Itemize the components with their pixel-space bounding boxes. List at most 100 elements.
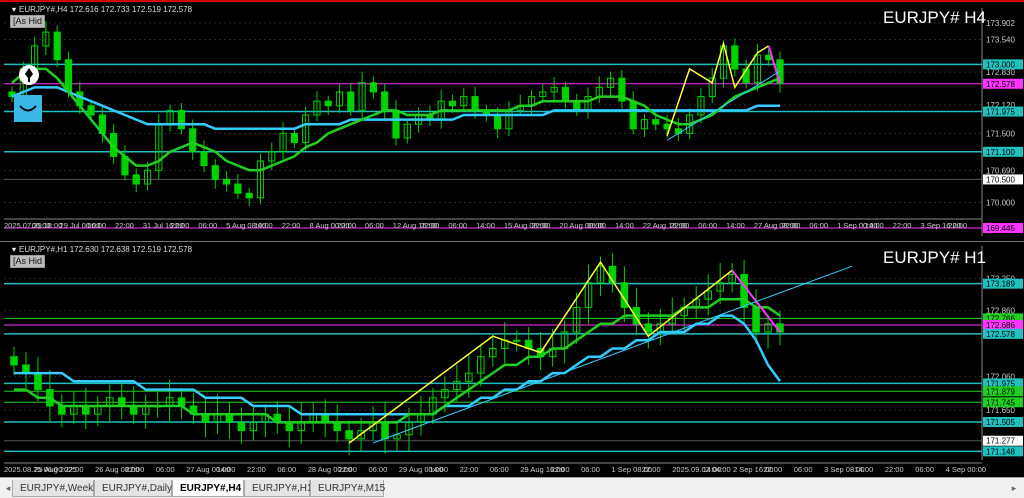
candle-body [573,100,581,111]
price-label-text: 172.578 [986,330,1015,339]
time-tick-label: 4 Sep 00:00 [946,465,986,474]
h1-chart-canvas[interactable]: 173.250172.860172.060171.650173.189172.7… [0,242,1024,477]
candle-body [644,323,653,333]
candle-body [132,174,140,185]
candle-body [87,105,95,116]
time-tick-label: 22:00 [460,465,479,474]
time-tick-label: 14:00 [703,465,722,474]
price-label-text: 172.686 [986,321,1015,330]
candle-body [731,45,739,70]
price-tick-label: 172.830 [986,68,1015,77]
price-label-text: 171.100 [986,148,1015,157]
time-tick-label: 22:00 [282,221,301,230]
price-label-text: 171.745 [986,398,1015,407]
time-tick-label: 06:00 [369,465,388,474]
candle-body [211,165,219,180]
time-tick-label: 06:00 [794,465,813,474]
chart-tab-bar: ◂ ▸ EURJPY#,Weekly EURJPY#,Daily EURJPY#… [0,477,1024,498]
time-tick-label: 06:00 [198,221,217,230]
tab-scroll-right-icon[interactable]: ▸ [1008,481,1020,495]
candle-body [369,82,378,93]
candle-body [222,178,231,185]
tab-eurjpy-h1[interactable]: EURJPY#,H1 [244,480,313,497]
time-tick-label: 22:00 [782,221,801,230]
time-tick-label: 22:00 [671,221,690,230]
chart-pane-h4[interactable]: 173.902 173.540 172.830 172.120 171.500 170.6… [0,0,1024,241]
candle-body [629,100,637,130]
time-tick-label: 06:00 [809,221,828,230]
time-tick-label: 14:00 [254,221,273,230]
time-tick-label: 22:00 [126,465,145,474]
time-tick-label: 14:00 [615,221,634,230]
candle-body [234,183,242,194]
candle-body [392,109,400,139]
triangle-down-icon: ▾ [12,245,17,254]
h4-as-hide-button[interactable]: [As Hid [10,15,46,28]
candle-body [237,421,246,432]
smile-tool-icon[interactable] [14,95,42,122]
price-label-text: 171.975 [986,108,1015,117]
time-tick-label: 2025.09.02 04:00 [672,465,730,474]
time-tick-label: 14:00 [855,465,874,474]
tab-eurjpy-m15[interactable]: EURJPY#,M15 [310,480,385,497]
candle-body [512,339,521,342]
price-label-text: 171.148 [986,447,1015,456]
price-label-text: 169.445 [986,224,1015,233]
price-label-text: 173.189 [986,280,1015,289]
candle-body [64,59,73,93]
trend-line [372,265,852,444]
h1-symbol-label: EURJPY# H1 [883,248,986,267]
candle-body [245,192,253,199]
time-tick-label: 22:00 [421,221,440,230]
time-tick-label: 22:00 [763,465,782,474]
chart-pane-h1[interactable]: 173.250172.860172.060171.650173.189172.7… [0,241,1024,477]
price-tick-label: 170.000 [986,198,1015,207]
candle-body [34,372,42,391]
h4-chart-canvas[interactable]: 173.902173.540172.830172.120171.500170.6… [0,2,1024,241]
time-tick-label: 06:00 [32,221,51,230]
time-tick-label: 06:00 [277,465,296,474]
time-tick-label: 06:00 [365,221,384,230]
candle-body [189,128,197,153]
tab-eurjpy-h4[interactable]: EURJPY#,H4 [172,480,244,497]
candle-body [471,96,479,111]
candle-body [652,119,660,125]
time-tick-label: 22:00 [247,465,266,474]
time-tick-label: 14:00 [429,465,448,474]
candle-body [200,151,208,167]
candle-body [177,109,186,130]
candle-body [324,100,332,107]
price-label-text: 172.578 [986,80,1015,89]
time-tick-label: 06:00 [87,221,106,230]
ma-fast-line [14,297,781,424]
price-tick-label: 173.540 [986,35,1015,44]
pen-tool-icon[interactable] [18,64,40,86]
time-tick-label: 22:00 [115,221,134,230]
price-label-text: 173.000 [986,60,1015,69]
h1-pane-title: ▾ EURJPY#,H1 172.630 172.638 172.519 172.… [12,245,193,254]
candle-body [53,31,61,61]
candle-body [674,128,682,134]
time-tick-label: 06:00 [448,221,467,230]
candle-body [333,421,341,432]
price-tick-label: 171.650 [986,406,1015,415]
price-label-text: 170.500 [986,175,1015,184]
time-tick-label: 06:00 [698,221,717,230]
tab-eurjpy-weekly[interactable]: EURJPY#,Weekly [12,480,100,497]
time-tick-label: 14:00 [726,221,745,230]
ma-slow-line [14,314,782,416]
tab-eurjpy-daily[interactable]: EURJPY#,Daily [94,480,172,497]
time-tick-label: 22:00 [885,465,904,474]
time-tick-label: 14:00 [865,221,884,230]
candle-body [381,421,389,440]
time-tick-label: 14:00 [217,465,236,474]
candle-body [561,86,570,102]
triangle-down-icon: ▾ [12,5,17,14]
candle-body [494,114,502,130]
candle-body [285,421,294,432]
price-label-text: 171.879 [986,387,1015,396]
candle-body [347,91,355,111]
h4-symbol-label: EURJPY# H4 [883,8,986,27]
h1-as-hide-button[interactable]: [As Hid [10,255,46,268]
h4-pane-title: ▾ EURJPY#,H4 172.616 172.733 172.519 172.… [12,5,193,14]
